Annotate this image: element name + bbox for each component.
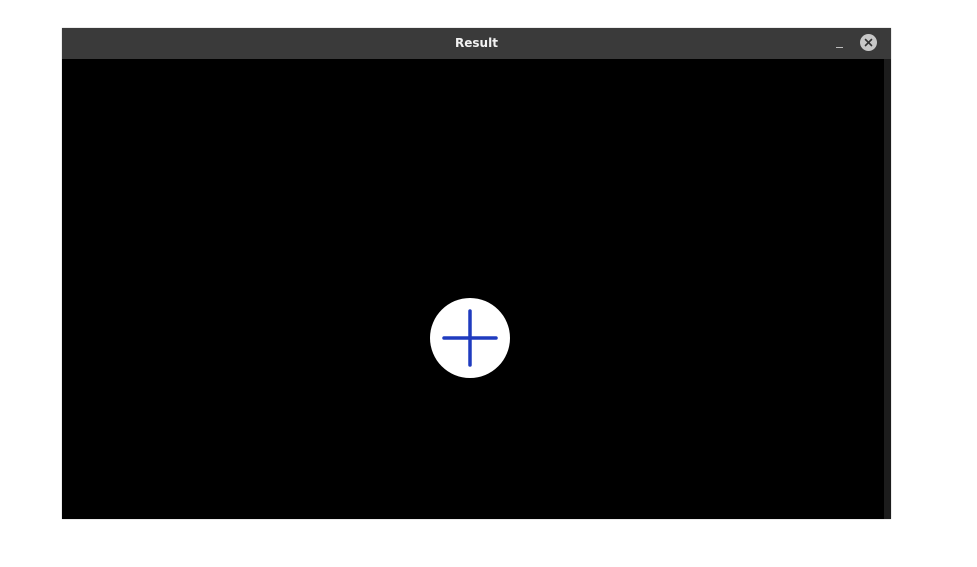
window-title: Result bbox=[455, 36, 498, 50]
close-button[interactable] bbox=[860, 34, 877, 51]
window-right-edge bbox=[884, 59, 891, 519]
title-bar[interactable]: Result bbox=[62, 28, 891, 60]
result-window: Result bbox=[62, 28, 891, 519]
close-icon bbox=[864, 38, 873, 47]
plus-marker[interactable] bbox=[430, 298, 510, 378]
plus-icon bbox=[442, 309, 498, 367]
result-canvas[interactable] bbox=[62, 59, 884, 519]
minimize-button[interactable] bbox=[832, 36, 848, 52]
